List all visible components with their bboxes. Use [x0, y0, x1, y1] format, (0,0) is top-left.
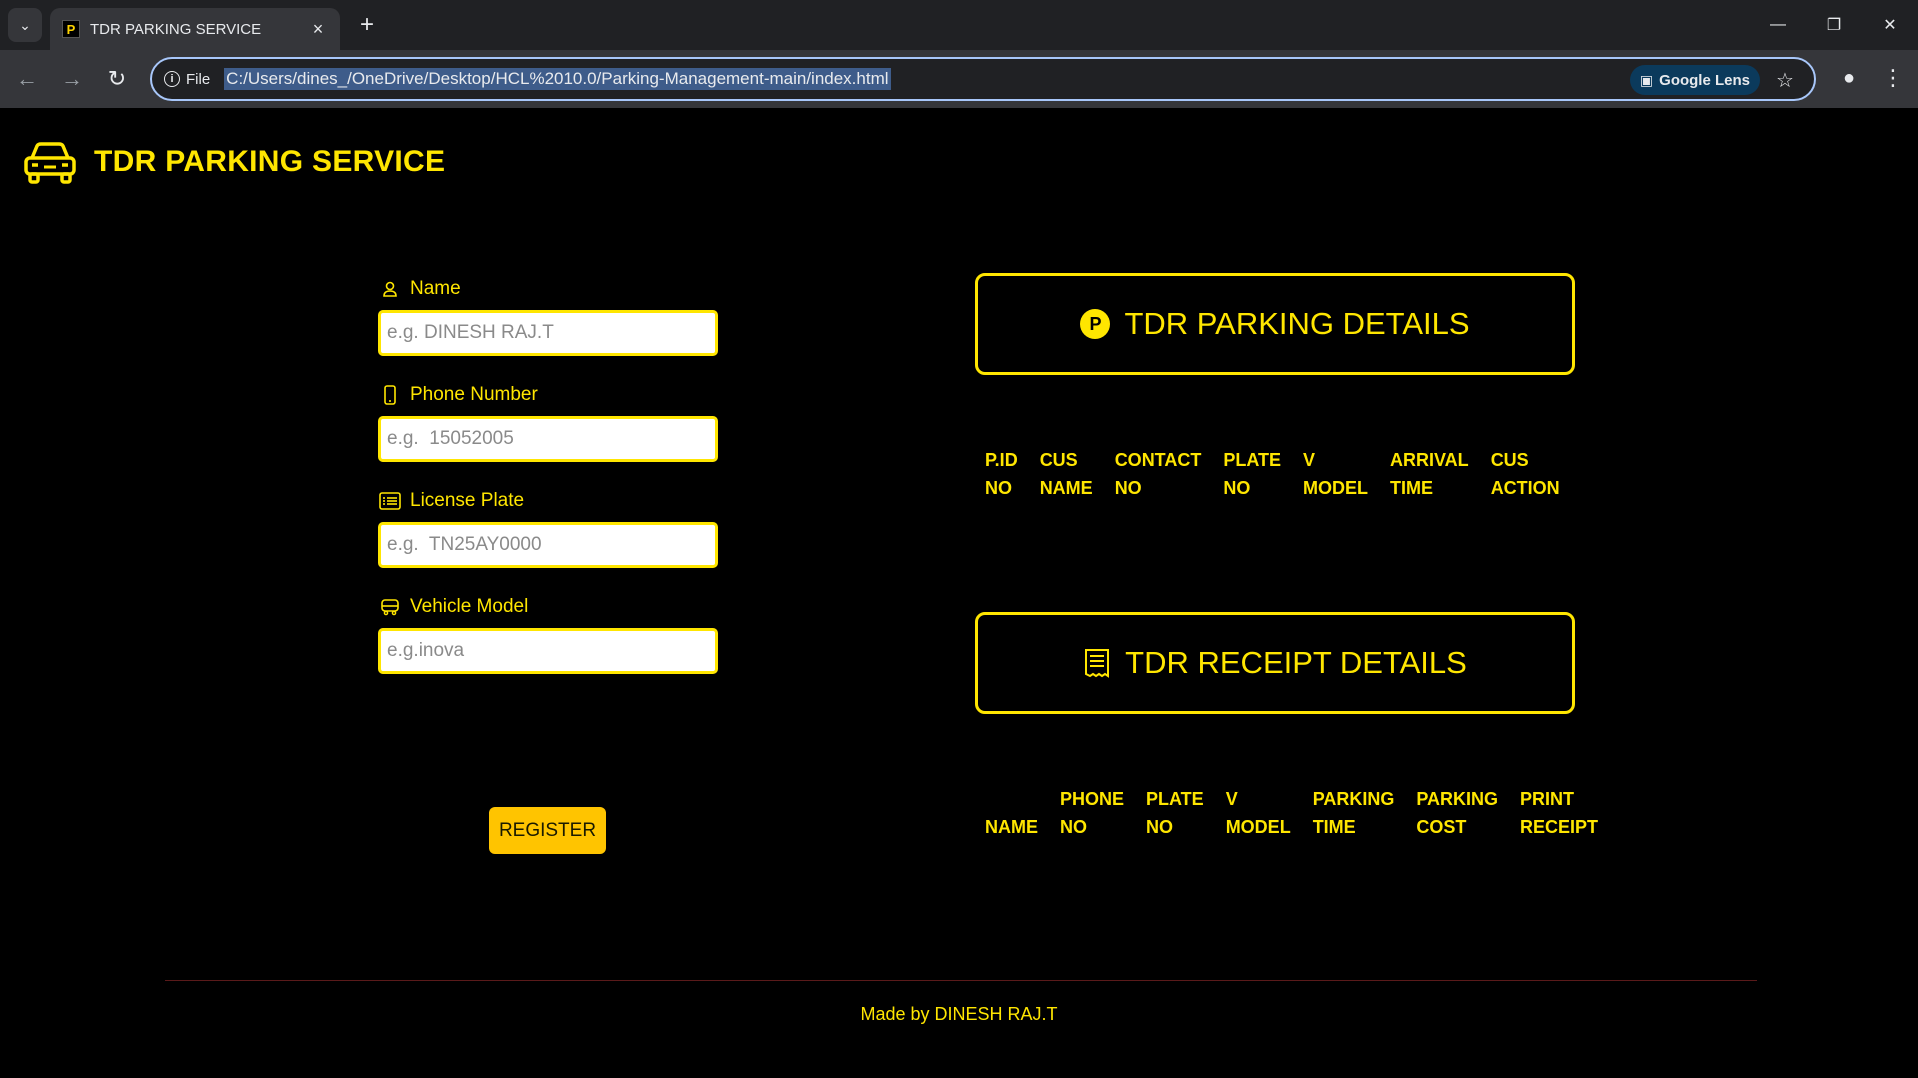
reload-button[interactable]: ↻	[100, 62, 134, 96]
parking-table-header: P.ID NO CUS NAME CONTACT NO PLATE NO V M…	[985, 446, 1582, 502]
name-input[interactable]	[378, 310, 718, 356]
model-label-text: Vehicle Model	[410, 596, 529, 617]
receipt-col-parking-cost: PARKING COST	[1416, 789, 1499, 837]
parking-col-arrival: ARRIVAL TIME	[1390, 450, 1469, 498]
register-button[interactable]: REGISTER	[489, 807, 606, 854]
chevron-down-icon: ⌄	[19, 16, 31, 33]
browser-toolbar: ← → ↻ i File C:/Users/dines_/OneDrive/De…	[0, 50, 1918, 108]
receipt-col-phone: PHONE NO	[1060, 789, 1125, 837]
receipt-col-print: PRINT RECEIPT	[1520, 789, 1599, 837]
footer-divider	[165, 980, 1757, 981]
lens-label: Google Lens	[1659, 71, 1750, 89]
parking-details-header: P TDR PARKING DETAILS	[975, 273, 1575, 375]
receipt-col-model: V MODEL	[1225, 789, 1291, 837]
receipt-table-header: NAME PHONE NO PLATE NO V MODEL PARKING T…	[985, 785, 1620, 841]
brand: TDR PARKING SERVICE	[22, 138, 445, 186]
plate-input[interactable]	[378, 522, 718, 568]
google-lens-button[interactable]: ▣ Google Lens	[1629, 65, 1760, 95]
receipt-col-parking-time: PARKING TIME	[1312, 789, 1395, 837]
site-info-button[interactable]: i File	[164, 71, 210, 88]
lens-icon: ▣	[1639, 71, 1654, 88]
profile-icon[interactable]: ●	[1832, 61, 1866, 95]
tab-search-button[interactable]: ⌄	[8, 8, 42, 42]
parking-col-plate: PLATE NO	[1223, 450, 1282, 498]
parking-col-pid: P.ID NO	[985, 450, 1018, 498]
footer-credit: Made by DINESH RAJ.T	[860, 1004, 1058, 1024]
browser-tab[interactable]: P TDR PARKING SERVICE ×	[50, 8, 340, 50]
registration-form: Name Phone Number License Plate Vehicle …	[378, 276, 720, 854]
tab-title: TDR PARKING SERVICE	[90, 20, 262, 38]
site-info-label: File	[186, 70, 211, 88]
phone-icon	[378, 385, 402, 405]
user-icon	[378, 280, 402, 298]
info-icon: i	[164, 71, 180, 87]
plate-label-text: License Plate	[410, 490, 525, 511]
parking-icon: P	[1080, 309, 1111, 339]
bus-icon	[378, 598, 402, 616]
close-tab-icon[interactable]: ×	[308, 19, 328, 40]
car-icon	[24, 142, 76, 184]
restore-button[interactable]: ❐	[1814, 8, 1854, 42]
parking-col-cus-name: CUS NAME	[1039, 450, 1093, 498]
name-label: Name	[378, 276, 720, 302]
menu-kebab-icon[interactable]: ⋮	[1876, 61, 1910, 95]
back-button[interactable]: ←	[10, 62, 44, 96]
name-label-text: Name	[410, 278, 461, 299]
plate-label: License Plate	[378, 488, 720, 514]
model-input[interactable]	[378, 628, 718, 674]
page-title: TDR PARKING SERVICE	[94, 145, 446, 178]
minimize-button[interactable]: —	[1758, 8, 1798, 42]
url-text[interactable]: C:/Users/dines_/OneDrive/Desktop/HCL%201…	[224, 68, 891, 90]
model-label: Vehicle Model	[378, 594, 720, 620]
receipt-details-header: TDR RECEIPT DETAILS	[975, 612, 1575, 714]
bookmark-star-icon[interactable]: ☆	[1770, 65, 1800, 95]
parking-col-model: V MODEL	[1303, 450, 1369, 498]
new-tab-button[interactable]: +	[352, 10, 382, 40]
address-bar[interactable]: i File C:/Users/dines_/OneDrive/Desktop/…	[150, 57, 1816, 101]
parking-details-title: TDR PARKING DETAILS	[1124, 306, 1470, 341]
parking-col-action: CUS ACTION	[1490, 450, 1560, 498]
receipt-col-name: NAME	[985, 817, 1038, 837]
close-window-button[interactable]: ✕	[1870, 8, 1910, 42]
list-card-icon	[378, 492, 402, 510]
phone-input[interactable]	[378, 416, 718, 462]
phone-label: Phone Number	[378, 382, 720, 408]
parking-col-contact: CONTACT NO	[1114, 450, 1202, 498]
parking-icon-letter: P	[1080, 309, 1111, 339]
receipt-col-plate: PLATE NO	[1146, 789, 1204, 837]
browser-tab-bar: ⌄ P TDR PARKING SERVICE × + — ❐ ✕	[0, 0, 1918, 50]
receipt-details-title: TDR RECEIPT DETAILS	[1125, 645, 1467, 680]
receipt-icon	[1083, 648, 1111, 678]
forward-button[interactable]: →	[55, 62, 89, 96]
page-content: TDR PARKING SERVICE Name Phone Number Li…	[0, 108, 1918, 1078]
favicon-icon: P	[62, 20, 80, 38]
phone-label-text: Phone Number	[410, 384, 538, 405]
